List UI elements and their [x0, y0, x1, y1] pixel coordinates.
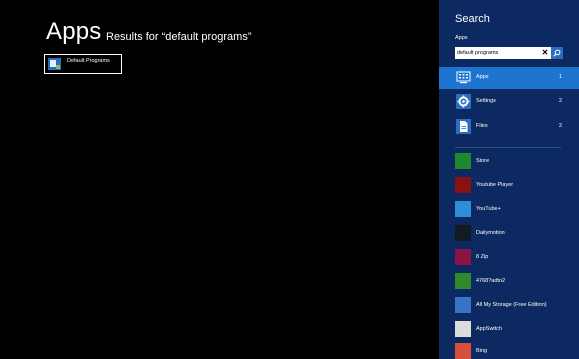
- app-item-4768adtn2[interactable]: 4768?adtn2: [439, 270, 579, 292]
- app-item-youtube-plus[interactable]: YouTube+: [439, 198, 579, 220]
- result-label: Default Programs: [67, 58, 110, 64]
- pane-divider: [455, 147, 561, 148]
- scope-label: Settings: [476, 98, 496, 104]
- app-label: Store: [476, 158, 490, 164]
- app-label: 4768?adtn2: [476, 278, 506, 284]
- clear-search-button[interactable]: ✕: [540, 47, 550, 59]
- search-pane: Search Apps ✕: [439, 0, 579, 359]
- start-screen: Apps Results for “default programs” Defa…: [0, 0, 579, 359]
- default-programs-icon: [48, 58, 61, 70]
- app-label: AppSwitch: [476, 326, 502, 332]
- app-label: YouTube+: [476, 206, 501, 212]
- search-button[interactable]: [551, 47, 563, 59]
- app-label: All My Storage (Free Edition): [476, 302, 547, 308]
- app-label: Dailymotion: [476, 230, 505, 236]
- scope-label: Apps: [476, 74, 489, 80]
- app-item-all-my-storage[interactable]: All My Storage (Free Edition): [439, 294, 579, 316]
- youtube-player-tile-icon: [455, 177, 471, 193]
- scope-files[interactable]: Files 2: [439, 116, 579, 138]
- app-item-store[interactable]: Store: [439, 150, 579, 172]
- all-my-storage-tile-icon: [455, 297, 471, 313]
- scope-count: 1: [558, 74, 562, 80]
- file-icon: [456, 119, 471, 134]
- app-item-youtube-player[interactable]: Youtube Player: [439, 174, 579, 196]
- scope-apps[interactable]: Apps 1: [439, 67, 579, 89]
- close-icon: ✕: [541, 48, 549, 57]
- scope-count: 2: [558, 98, 562, 104]
- search-pane-title: Search: [455, 13, 490, 25]
- bing-tile-icon: [455, 343, 471, 359]
- 8-zip-tile-icon: [455, 249, 471, 265]
- dailymotion-tile-icon: [455, 225, 471, 241]
- appswitch-tile-icon: [455, 321, 471, 337]
- app-item-bing[interactable]: Bing: [439, 340, 579, 359]
- app-label: Youtube Player: [476, 182, 514, 188]
- 4768adtn2-tile-icon: [455, 273, 471, 289]
- search-scope-label: Apps: [455, 35, 468, 41]
- app-label: 8 Zip: [476, 254, 489, 260]
- search-input[interactable]: [457, 48, 537, 58]
- results-for-text: Results for “default programs”: [106, 31, 252, 43]
- scope-label: Files: [476, 123, 488, 129]
- app-item-appswitch[interactable]: AppSwitch: [439, 318, 579, 340]
- search-icon: [553, 49, 561, 57]
- scope-settings[interactable]: Settings 2: [439, 91, 579, 113]
- store-tile-icon: [455, 153, 471, 169]
- page-title: Apps: [46, 18, 102, 45]
- app-item-8-zip[interactable]: 8 Zip: [439, 246, 579, 268]
- search-box: ✕: [455, 47, 563, 59]
- app-item-dailymotion[interactable]: Dailymotion: [439, 222, 579, 244]
- scope-count: 2: [558, 123, 562, 129]
- apps-icon: [456, 70, 471, 85]
- app-label: Bing: [476, 348, 488, 354]
- result-default-programs[interactable]: Default Programs: [44, 54, 122, 74]
- youtube-plus-tile-icon: [455, 201, 471, 217]
- gear-icon: [456, 94, 471, 109]
